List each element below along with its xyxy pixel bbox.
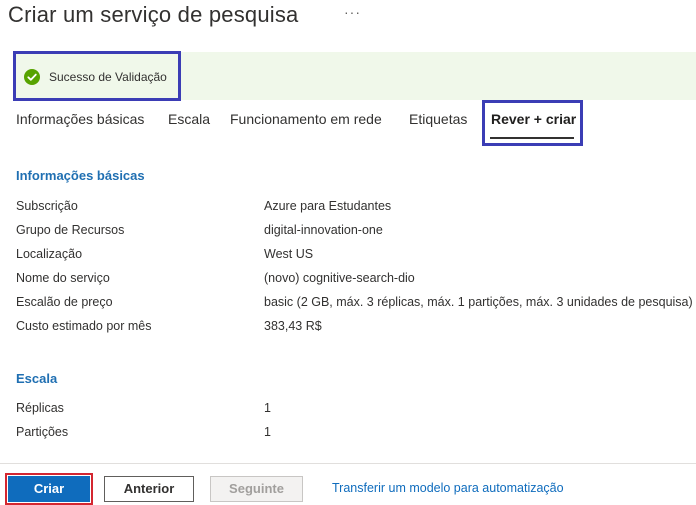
value-replicas: 1 (264, 401, 271, 415)
label-partitions: Partições (16, 425, 69, 439)
value-pricing-tier: basic (2 GB, máx. 3 réplicas, máx. 1 par… (264, 295, 693, 309)
value-partitions: 1 (264, 425, 271, 439)
tab-networking[interactable]: Funcionamento em rede (230, 111, 382, 127)
previous-button[interactable]: Anterior (104, 476, 194, 502)
label-pricing-tier: Escalão de preço (16, 295, 113, 309)
create-button-highlight-box (5, 473, 93, 505)
section-title-scale: Escala (16, 371, 58, 386)
tab-bar: Informações básicas Escala Funcionamento… (0, 108, 696, 142)
tab-basics[interactable]: Informações básicas (16, 111, 144, 127)
label-estimated-cost: Custo estimado por mês (16, 319, 152, 333)
value-location: West US (264, 247, 314, 261)
tab-tags[interactable]: Etiquetas (409, 111, 467, 127)
validation-highlight-box (13, 51, 181, 101)
label-replicas: Réplicas (16, 401, 64, 415)
label-service-name: Nome do serviço (16, 271, 110, 285)
footer-divider (0, 463, 696, 464)
section-title-basics: Informações básicas (16, 168, 145, 183)
tab-scale[interactable]: Escala (168, 111, 210, 127)
active-tab-highlight-box (482, 100, 583, 146)
download-template-link[interactable]: Transferir um modelo para automatização (332, 481, 564, 495)
next-button[interactable]: Seguinte (210, 476, 303, 502)
more-options-icon[interactable]: ··· (344, 4, 361, 20)
value-resource-group: digital-innovation-one (264, 223, 383, 237)
value-subscription: Azure para Estudantes (264, 199, 392, 213)
page-title: Criar um serviço de pesquisa (8, 2, 299, 27)
value-estimated-cost: 383,43 R$ (264, 319, 322, 333)
label-location: Localização (16, 247, 83, 261)
label-subscription: Subscrição (16, 199, 78, 213)
value-service-name: (novo) cognitive-search-dio (264, 271, 415, 285)
label-resource-group: Grupo de Recursos (16, 223, 125, 237)
